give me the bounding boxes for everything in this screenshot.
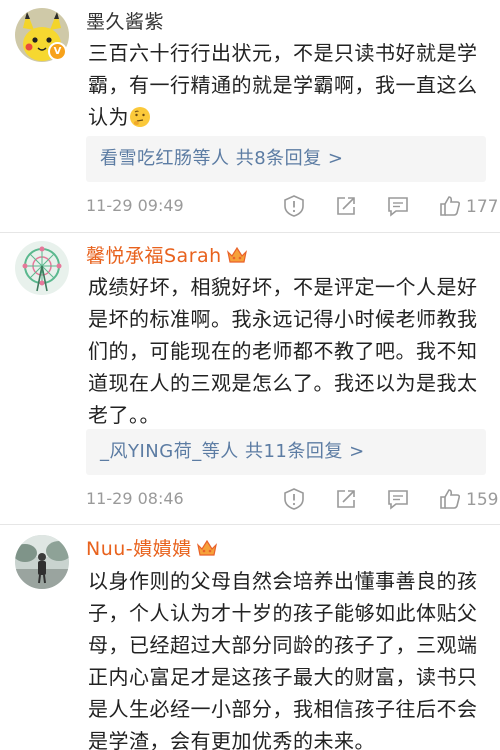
comment-feed: V 墨久酱紫 三百六十行行出状元，不是只读书好就是学霸，有一行精通的就是学霸啊，… [0, 0, 500, 750]
reply-summary-text[interactable]: 看雪吃红肠等人 共8条回复 > [100, 146, 343, 172]
outdoor-photo-avatar-image [15, 535, 69, 589]
crown-icon [226, 246, 247, 263]
avatar[interactable] [15, 535, 69, 589]
share-icon[interactable] [334, 487, 358, 511]
avatar[interactable] [15, 241, 69, 295]
like-button[interactable]: 177 [438, 194, 498, 220]
timestamp: 11-29 09:49 [86, 196, 184, 215]
like-thumb-icon[interactable] [438, 487, 462, 511]
divider [0, 232, 500, 233]
reply-summary[interactable]: 看雪吃红肠等人 共8条回复 > [86, 136, 486, 182]
report-icon[interactable] [282, 487, 306, 511]
comment-icon[interactable] [386, 194, 410, 218]
reply-summary[interactable]: _风YING荷_等人 共11条回复 > [86, 429, 486, 475]
like-count: 159 [466, 490, 499, 510]
username-text[interactable]: Nuu-嬇嬇嬇 [86, 538, 192, 560]
thinking-face-icon [130, 107, 150, 127]
like-thumb-icon[interactable] [438, 194, 462, 218]
like-count: 177 [466, 197, 499, 217]
comment-text-content: 成绩好坏，相貌好坏，不是评定一个人是好是坏的标准啊。我永远记得小时候老师教我们的… [88, 275, 478, 427]
crown-icon [196, 539, 217, 556]
report-icon[interactable] [282, 194, 306, 218]
comment-text: 以身作则的父母自然会培养出懂事善良的孩子，个人认为才十岁的孩子能够如此体贴父母，… [88, 565, 483, 750]
ferris-wheel-avatar-image [15, 241, 69, 295]
username[interactable]: Nuu-嬇嬇嬇 [86, 537, 218, 561]
username-text[interactable]: 墨久酱紫 [86, 11, 164, 33]
divider [0, 524, 500, 525]
verified-badge: V [48, 42, 67, 61]
like-button[interactable]: 159 [438, 487, 498, 513]
reply-summary-text[interactable]: _风YING荷_等人 共11条回复 > [100, 439, 365, 465]
timestamp: 11-29 08:46 [86, 489, 184, 508]
comment-icon[interactable] [386, 487, 410, 511]
username-text[interactable]: 馨悦承福Sarah [86, 245, 222, 267]
comment-text-content: 以身作则的父母自然会培养出懂事善良的孩子，个人认为才十岁的孩子能够如此体贴父母，… [88, 569, 478, 750]
username[interactable]: 馨悦承福Sarah [86, 244, 248, 268]
share-icon[interactable] [334, 194, 358, 218]
comment-meta: 11-29 08:46 159 [86, 485, 498, 515]
username[interactable]: 墨久酱紫 [86, 10, 164, 34]
comment-text: 三百六十行行出状元，不是只读书好就是学霸，有一行精通的就是学霸啊，我一直这么认为 [88, 37, 483, 133]
comment-meta: 11-29 09:49 177 [86, 192, 498, 222]
comment-text: 成绩好坏，相貌好坏，不是评定一个人是好是坏的标准啊。我永远记得小时候老师教我们的… [88, 271, 483, 431]
